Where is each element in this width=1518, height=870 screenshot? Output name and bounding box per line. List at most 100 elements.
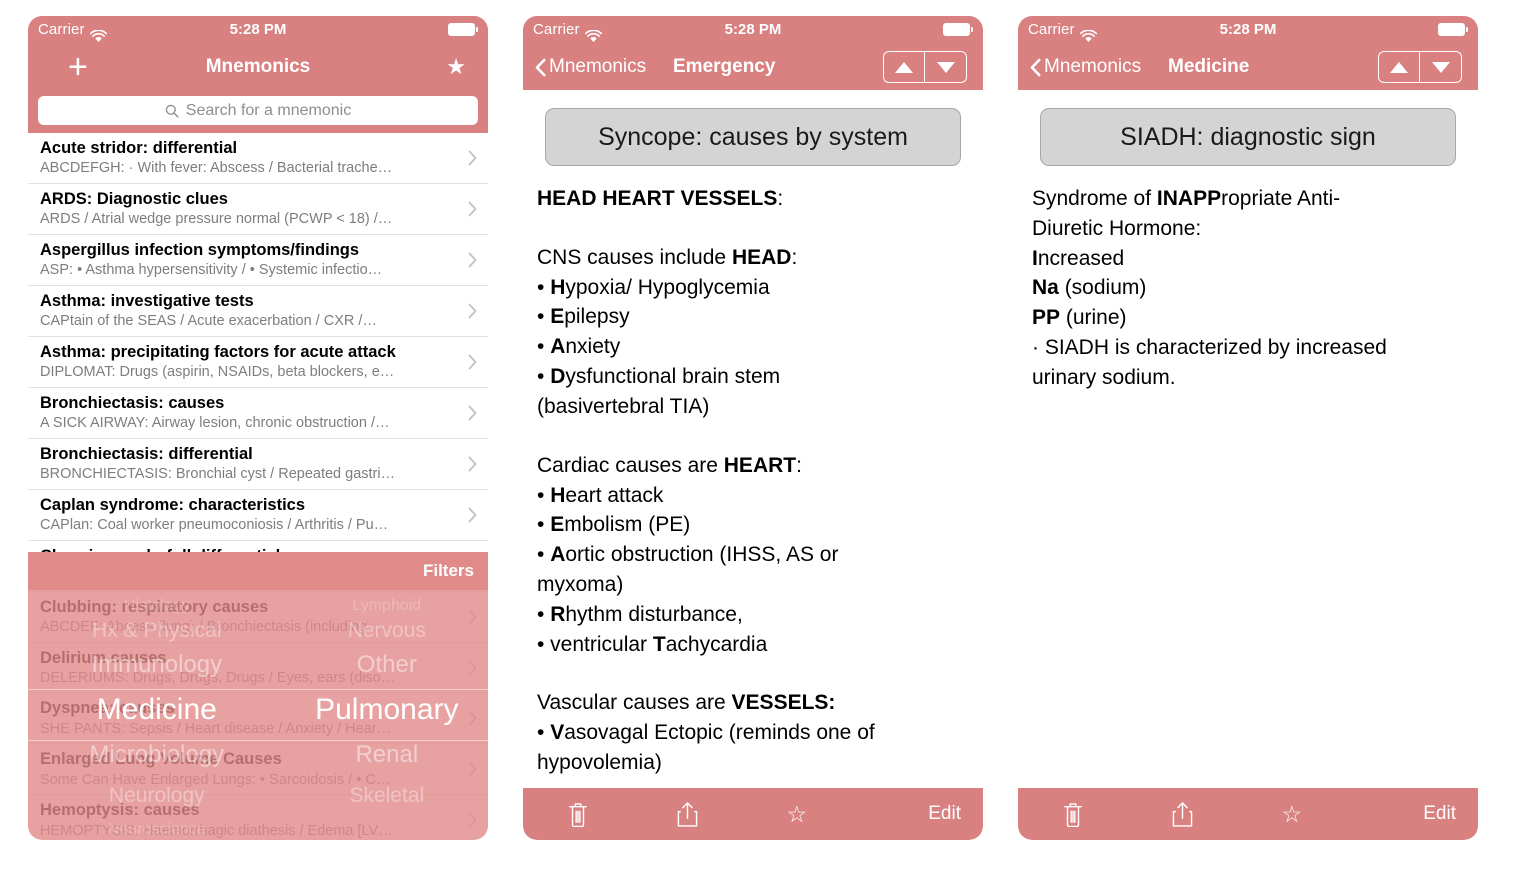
favorite-button[interactable]: ☆ [742, 802, 852, 826]
navigation-bar: Mnemonics Emergency [523, 44, 983, 90]
mnemonic-title: Syncope: causes by system [598, 122, 908, 151]
body-line: urinary sodium. [1032, 365, 1176, 389]
back-button[interactable]: Mnemonics [1030, 56, 1141, 78]
delete-button[interactable] [1018, 801, 1128, 827]
battery-icon [943, 23, 973, 36]
back-button-label: Mnemonics [1044, 56, 1142, 77]
search-input[interactable]: Search for a mnemonic [38, 96, 478, 125]
add-mnemonic-button[interactable]: + [68, 50, 88, 84]
search-placeholder: Search for a mnemonic [185, 101, 352, 119]
list-item-subtitle: ABCDEFGH: · With fever: Abscess / Bacter… [40, 160, 393, 177]
delete-button[interactable] [523, 801, 633, 827]
status-bar: Carrier 5:28 PM [28, 16, 488, 44]
mnemonic-title: SIADH: diagnostic sign [1120, 122, 1376, 151]
filters-picker[interactable]: Histology Hx & Physical Immunology Medic… [28, 590, 488, 840]
triangle-down-icon [936, 61, 955, 73]
picker-option[interactable]: Renal [355, 739, 418, 779]
picker-option[interactable]: Skeletal [349, 779, 424, 814]
body-line: CNS causes include HEAD: [537, 245, 798, 269]
body-line: Na (sodium) [1032, 276, 1147, 300]
list-item[interactable]: Bronchiectasis: causes A SICK AIRWAY: Air… [28, 387, 488, 439]
chevron-right-icon [468, 303, 477, 319]
prev-next-stepper[interactable] [883, 51, 967, 83]
search-container: Search for a mnemonic [28, 90, 488, 133]
body-line: • Rhythm disturbance, [537, 602, 743, 626]
body-spacer [537, 422, 969, 451]
picker-option[interactable]: Microbiology [89, 739, 224, 779]
filters-overlay: Filters Histology Hx & Physical Immunolo… [28, 552, 488, 840]
picker-option[interactable]: Nervous [348, 614, 426, 649]
body-line: hypovolemia) [537, 751, 662, 774]
bottom-toolbar: ☆ Edit [1018, 788, 1478, 840]
list-item[interactable]: Asthma: precipitating factors for acute … [28, 336, 488, 388]
mnemonic-title-card[interactable]: SIADH: diagnostic sign [1040, 108, 1456, 166]
chevron-right-icon [468, 456, 477, 472]
list-item-title: Asthma: precipitating factors for acute … [40, 342, 396, 361]
edit-button[interactable]: Edit [1347, 803, 1479, 825]
picker-option[interactable]: Neurology [109, 779, 205, 814]
star-icon[interactable]: ★ [446, 56, 466, 78]
picker-option[interactable]: Lymphoid [352, 590, 421, 614]
list-item[interactable]: ARDS: Diagnostic clues ARDS / Atrial wedg… [28, 183, 488, 235]
picker-option[interactable]: Neuroscience [108, 814, 206, 838]
next-button[interactable] [925, 52, 966, 82]
screenshot-stage: Carrier 5:28 PM + Mnemonics ★ Search for… [0, 0, 1518, 870]
body-line: PP (urine) [1032, 306, 1127, 330]
body-line: Syndrome of INAPPropriate Anti- [1032, 187, 1341, 210]
body-line: · SIADH is characterized by increased [1032, 336, 1387, 360]
previous-button[interactable] [884, 52, 925, 82]
mnemonic-body: Syndrome of INAPPropriate Anti- Diuretic … [1018, 166, 1478, 393]
phone-screen-emergency-detail: Carrier 5:28 PM Mnemonics Emergency Sync… [523, 16, 983, 840]
battery-icon [1438, 23, 1468, 36]
list-item-title: Bronchiectasis: causes [40, 393, 225, 412]
mnemonic-title-card[interactable]: Syncope: causes by system [545, 108, 961, 166]
picker-option[interactable]: Immunology [91, 649, 222, 689]
picker-option[interactable]: Other [357, 649, 417, 689]
clock-label: 5:28 PM [229, 21, 287, 38]
edit-button[interactable]: Edit [852, 803, 984, 825]
next-button[interactable] [1420, 52, 1461, 82]
list-item[interactable]: Bronchiectasis: differential BRONCHIECTAS… [28, 438, 488, 490]
clock-label: 5:28 PM [724, 21, 782, 38]
list-item[interactable]: Aspergillus infection symptoms/findings A… [28, 234, 488, 286]
prev-next-stepper[interactable] [1378, 51, 1462, 83]
body-line: Vascular causes are VESSELS: [537, 691, 836, 715]
list-item[interactable]: Asthma: investigative tests CAPtain of th… [28, 285, 488, 337]
search-icon [165, 104, 179, 118]
navigation-bar: + Mnemonics ★ [28, 44, 488, 90]
previous-button[interactable] [1379, 52, 1420, 82]
list-item-title: Aspergillus infection symptoms/findings [40, 240, 360, 259]
list-item-subtitle: CAPlan: Coal worker pneumoconiosis / Art… [40, 516, 389, 533]
mnemonic-detail: SIADH: diagnostic sign Syndrome of INAPP… [1018, 90, 1478, 840]
body-line: myxoma) [537, 572, 624, 596]
list-item-subtitle: A SICK AIRWAY: Airway lesion, chronic ob… [40, 414, 390, 431]
mnemonic-detail: Syncope: causes by system HEAD HEART VES… [523, 90, 983, 840]
picker-column-category[interactable]: Histology Hx & Physical Immunology Medic… [28, 590, 286, 840]
page-title: Mnemonics [205, 56, 311, 77]
picker-option[interactable]: Histology [124, 590, 190, 614]
list-item[interactable]: Caplan syndrome: characteristics CAPlan: … [28, 489, 488, 541]
picker-option-selected[interactable]: Medicine [97, 689, 217, 739]
body-line: (basivertebral TIA) [537, 394, 710, 418]
body-line: Increased [1032, 246, 1125, 270]
share-button[interactable] [633, 801, 743, 828]
back-button[interactable]: Mnemonics [535, 56, 646, 78]
filters-label[interactable]: Filters [423, 561, 474, 581]
filters-bar: Filters [28, 552, 488, 590]
body-line: • Epilepsy [537, 305, 630, 329]
status-bar: Carrier 5:28 PM [523, 16, 983, 44]
picker-column-system[interactable]: Lymphoid Nervous Other Pulmonary Renal S… [286, 590, 488, 840]
battery-icon [448, 23, 478, 36]
body-line: • Anxiety [537, 335, 621, 359]
chevron-right-icon [468, 252, 477, 268]
favorite-button[interactable]: ☆ [1237, 802, 1347, 826]
list-item[interactable]: Acute stridor: differential ABCDEFGH: · W… [28, 133, 488, 184]
phone-screen-mnemonics-list: Carrier 5:28 PM + Mnemonics ★ Search for… [28, 16, 488, 840]
body-line: • Embolism (PE) [537, 513, 691, 537]
body-line: • Aortic obstruction (IHSS, AS or [537, 543, 839, 567]
body-line: • Dysfunctional brain stem [537, 365, 781, 389]
picker-option-selected[interactable]: Pulmonary [315, 689, 458, 739]
share-button[interactable] [1128, 801, 1238, 828]
list-item-subtitle: BRONCHIECTASIS: Bronchial cyst / Repeate… [40, 465, 396, 482]
picker-option[interactable]: Hx & Physical [92, 614, 222, 649]
